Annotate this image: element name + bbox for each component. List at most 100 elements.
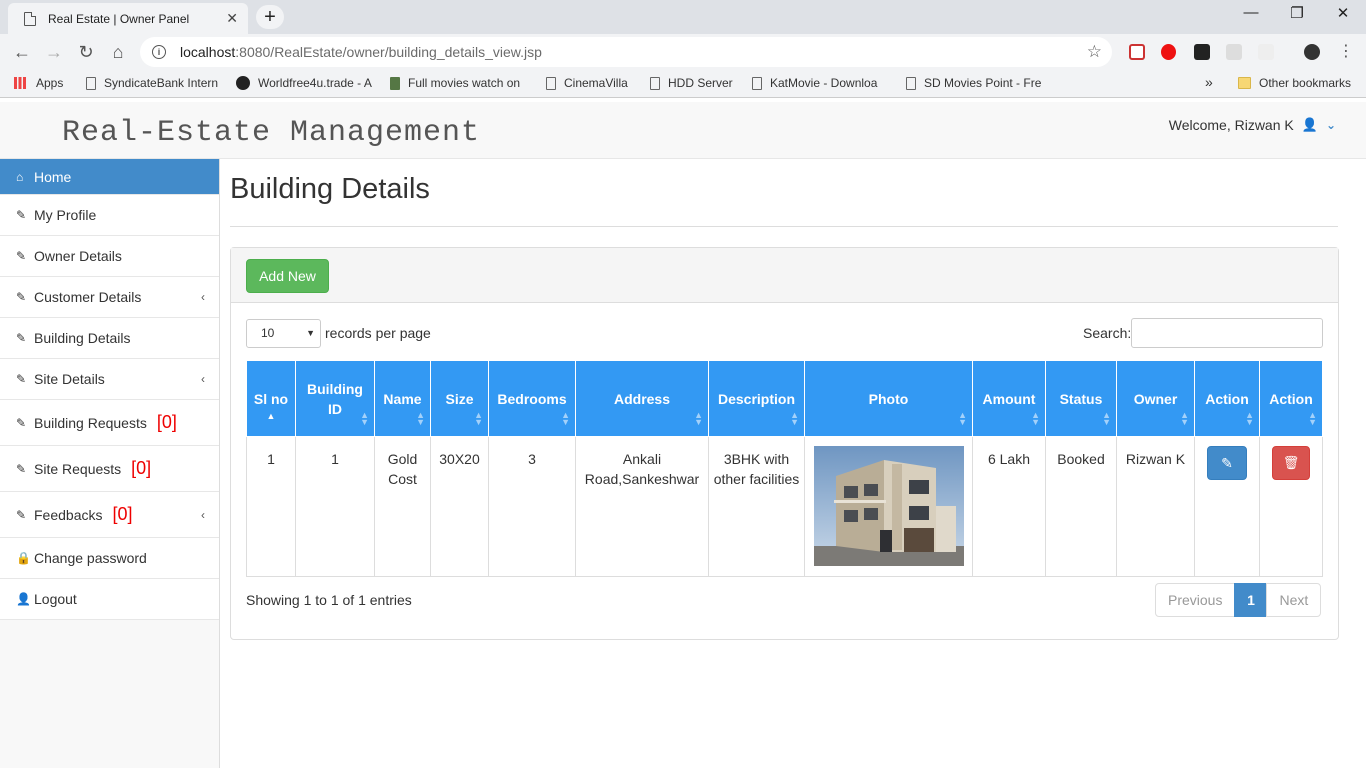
bookmark-item[interactable]: CinemaVilla [546, 76, 628, 90]
bookmarks-more-icon[interactable]: » [1205, 74, 1213, 90]
bookmark-item[interactable]: Full movies watch on [390, 76, 520, 90]
back-icon[interactable]: ← [10, 40, 34, 64]
apps-grid-icon [14, 77, 26, 89]
edit-icon: ✎ [16, 372, 27, 386]
welcome-text: Welcome, Rizwan K [1168, 117, 1294, 133]
sort-icon: ▲ ▼ [1180, 410, 1189, 427]
records-per-page-select[interactable]: 10 ▼ [246, 319, 321, 348]
sidebar-item-building-requests[interactable]: ✎ Building Requests [0] [0, 400, 219, 446]
user-menu[interactable]: Welcome, Rizwan K 👤 ⌄ [1169, 117, 1336, 133]
sort-icon: ▲ ▼ [790, 410, 799, 427]
column-header-owner[interactable]: Owner ▲ ▼ [1116, 360, 1195, 437]
brand-title[interactable]: Real-Estate Management [62, 116, 480, 150]
bookmark-item[interactable]: SD Movies Point - Fre [906, 76, 1041, 90]
browser-toolbar: ← → ↻ ⌂ i localhost:8080/RealEstate/owne… [0, 34, 1366, 70]
menu-dots-icon[interactable]: ⋮ [1334, 40, 1358, 64]
sidebar-item-site-details[interactable]: ✎ Site Details ‹ [0, 359, 219, 400]
extension-badge-icon[interactable] [1194, 44, 1210, 60]
other-bookmarks[interactable]: Other bookmarks [1238, 76, 1351, 90]
cell-building-id: 1 [295, 436, 375, 577]
cell-size: 30X20 [430, 436, 489, 577]
site-icon [236, 76, 250, 90]
home-icon[interactable]: ⌂ [106, 40, 130, 64]
column-header-sl-no[interactable]: Sl no ▲ [246, 360, 296, 437]
new-tab-button[interactable]: + [256, 5, 284, 29]
bookmark-item[interactable]: Worldfree4u.trade - A [236, 76, 372, 90]
column-header-size[interactable]: Size ▲ ▼ [430, 360, 489, 437]
forward-icon[interactable]: → [42, 40, 66, 64]
column-header-building-id[interactable]: Building ID ▲ ▼ [295, 360, 375, 437]
reload-icon[interactable]: ↻ [74, 40, 98, 64]
edit-icon: ✎ [1221, 455, 1233, 471]
address-bar[interactable]: i localhost:8080/RealEstate/owner/buildi… [140, 37, 1112, 67]
edit-icon: ✎ [16, 208, 27, 222]
sort-icon: ▲ ▼ [416, 410, 425, 427]
page-icon [546, 76, 556, 90]
site-info-icon[interactable]: i [152, 45, 166, 59]
column-header-action-edit[interactable]: Action ▲ ▼ [1194, 360, 1260, 437]
sidebar-item-owner-details[interactable]: ✎ Owner Details [0, 236, 219, 277]
edit-icon: ✎ [16, 249, 27, 263]
table-header-row: Sl no ▲ Building ID ▲ ▼ Name ▲ ▼ Size ▲ ▼ Bedro… [246, 360, 1323, 437]
pagination: Previous 1 Next [1155, 583, 1322, 617]
delete-button[interactable]: 🗑 [1272, 446, 1310, 480]
edit-button[interactable]: ✎ [1207, 446, 1247, 480]
sidebar-item-change-password[interactable]: 🔒 Change password [0, 538, 219, 579]
sidebar-item-logout[interactable]: 👤 Logout [0, 579, 219, 620]
column-header-bedrooms[interactable]: Bedrooms ▲ ▼ [488, 360, 576, 437]
search-input[interactable] [1131, 318, 1323, 348]
column-header-address[interactable]: Address ▲ ▼ [575, 360, 709, 437]
chevron-left-icon: ‹ [201, 507, 205, 522]
lock-icon: 🔒 [16, 551, 31, 565]
tab-title: Real Estate | Owner Panel [48, 11, 190, 26]
bookmark-item[interactable]: KatMovie - Downloa [752, 76, 877, 90]
cell-bedrooms: 3 [488, 436, 576, 577]
pocket-extension-icon[interactable] [1129, 44, 1145, 60]
opera-extension-icon[interactable] [1161, 44, 1176, 60]
profile-avatar-icon[interactable] [1304, 44, 1320, 60]
cell-action-delete: 🗑 [1259, 436, 1323, 577]
maximize-icon[interactable]: ❐ [1274, 4, 1320, 22]
chevron-left-icon: ‹ [201, 372, 205, 386]
request-count-badge: [0] [131, 458, 152, 478]
column-header-action-delete[interactable]: Action ▲ ▼ [1259, 360, 1323, 437]
page-icon [86, 76, 96, 90]
column-header-amount[interactable]: Amount ▲ ▼ [972, 360, 1046, 437]
pdf-extension-icon[interactable] [1226, 44, 1242, 60]
sort-icon: ▲ ▼ [958, 410, 967, 427]
cell-amount: 6 Lakh [972, 436, 1046, 577]
sidebar-item-my-profile[interactable]: ✎ My Profile [0, 195, 219, 236]
column-header-photo[interactable]: Photo ▲ ▼ [804, 360, 973, 437]
sidebar-item-site-requests[interactable]: ✎ Site Requests [0] [0, 446, 219, 492]
bookmark-item[interactable]: SyndicateBank Intern [86, 76, 218, 90]
sidebar-item-building-details[interactable]: ✎ Building Details [0, 318, 219, 359]
url-host: localhost [180, 44, 236, 60]
column-header-status[interactable]: Status ▲ ▼ [1045, 360, 1117, 437]
bookmark-apps[interactable]: Apps [14, 76, 63, 90]
column-header-name[interactable]: Name ▲ ▼ [374, 360, 431, 437]
extension-icon[interactable] [1258, 44, 1274, 60]
page-1-button[interactable]: 1 [1234, 583, 1268, 617]
window-close-icon[interactable]: ✕ [1320, 4, 1366, 22]
next-page-button[interactable]: Next [1266, 583, 1322, 617]
add-new-button[interactable]: Add New [246, 259, 329, 293]
sidebar-item-feedbacks[interactable]: ✎ Feedbacks [0] ‹ [0, 492, 219, 538]
page-icon [24, 11, 36, 26]
feedback-count-badge: [0] [112, 504, 133, 524]
bookmark-item[interactable]: HDD Server [650, 76, 733, 90]
sort-icon: ▲ ▼ [360, 410, 369, 427]
sidebar-item-customer-details[interactable]: ✎ Customer Details ‹ [0, 277, 219, 318]
bookmark-star-icon[interactable]: ☆ [1087, 42, 1102, 62]
tab-close-icon[interactable]: ✕ [226, 10, 238, 27]
column-header-description[interactable]: Description ▲ ▼ [708, 360, 805, 437]
previous-page-button[interactable]: Previous [1155, 583, 1236, 617]
chevron-down-icon: ⌄ [1325, 118, 1336, 132]
cell-photo [804, 436, 973, 577]
browser-tab[interactable]: Real Estate | Owner Panel ✕ [8, 3, 248, 34]
user-icon: 👤 [16, 592, 31, 606]
sort-icon: ▲ ▼ [1031, 410, 1040, 427]
sidebar-item-home[interactable]: ⌂ Home [0, 159, 219, 195]
folder-icon [1238, 77, 1251, 89]
building-table: Sl no ▲ Building ID ▲ ▼ Name ▲ ▼ Size ▲ ▼ Bedro… [246, 360, 1323, 577]
minimize-icon[interactable]: — [1228, 4, 1274, 21]
